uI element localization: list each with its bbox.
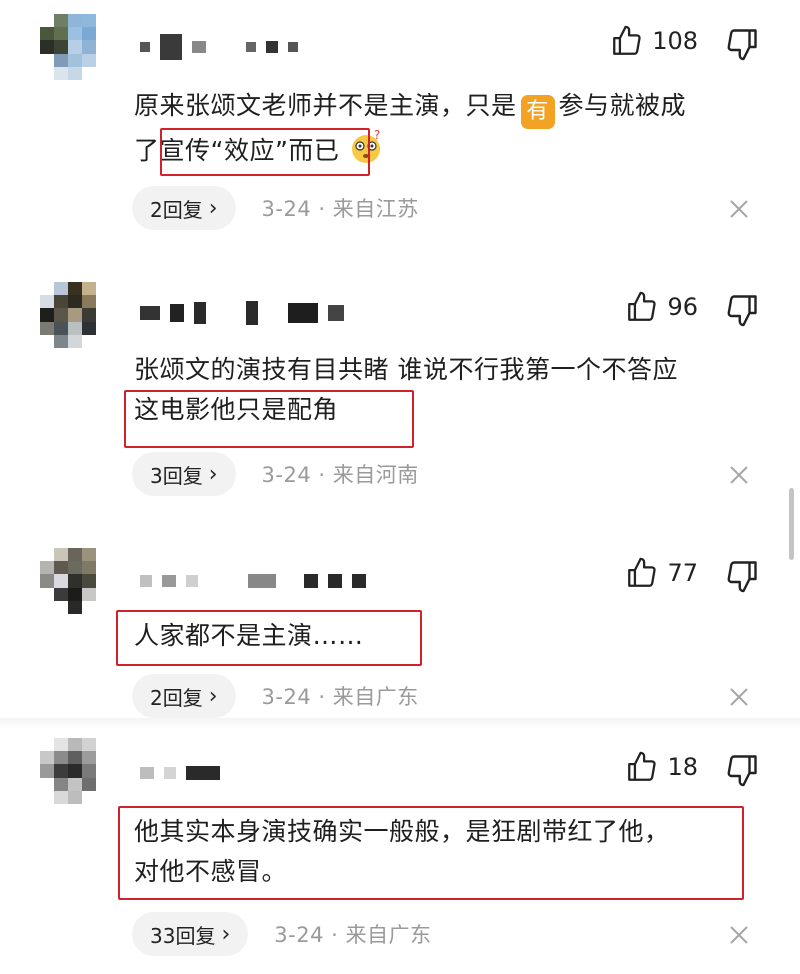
red-highlight-box <box>124 390 414 448</box>
thumbs-down-icon[interactable] <box>724 558 760 594</box>
svg-text:?: ? <box>374 129 381 142</box>
thumbs-down-icon[interactable] <box>724 26 760 62</box>
like-count: 108 <box>652 27 698 55</box>
comment-text-part: 原来张颂文老师并不是主演，只是 <box>134 91 517 120</box>
thumbs-up-icon <box>628 557 657 587</box>
like-button[interactable]: 108 <box>610 24 698 58</box>
replies-button[interactable]: 33回复 › <box>132 912 249 956</box>
like-count: 96 <box>667 293 698 321</box>
comment-meta: 33回复 › 3-24 · 来自广东 <box>132 912 431 956</box>
thumbs-up-icon <box>613 25 641 55</box>
scrollbar[interactable] <box>789 488 794 560</box>
you-emoji-badge: 有 <box>520 95 555 129</box>
date-location: 3-24 · 来自河南 <box>261 463 419 487</box>
like-button[interactable]: 96 <box>625 290 698 324</box>
replies-count: 2回复 <box>150 197 203 222</box>
comment-text-line: 张颂文的演技有目共睹 谁说不行我第一个不答应 <box>134 355 678 384</box>
red-highlight-box <box>116 610 422 666</box>
comment-meta: 2回复 › 3-24 · 来自广东 <box>132 674 419 718</box>
comment-meta: 2回复 › 3-24 · 来自江苏 <box>132 186 419 230</box>
close-icon[interactable] <box>728 198 750 220</box>
date-location: 3-24 · 来自江苏 <box>261 197 419 221</box>
like-count: 77 <box>667 559 698 587</box>
date-location: 3-24 · 来自广东 <box>274 923 432 947</box>
comments-screen: { "comments": [ { "likes": "108", "text_… <box>0 0 800 974</box>
close-icon[interactable] <box>728 924 750 946</box>
comment-text-part: 参与就被成 <box>558 91 687 120</box>
username-blurred[interactable] <box>140 566 366 596</box>
red-highlight-box <box>160 128 370 176</box>
username-blurred[interactable] <box>140 298 344 328</box>
close-icon[interactable] <box>728 686 750 708</box>
thumbs-up-icon <box>628 291 657 321</box>
replies-count: 2回复 <box>150 685 203 710</box>
replies-count: 33回复 <box>150 923 216 948</box>
red-highlight-box <box>118 806 744 900</box>
replies-button[interactable]: 2回复 › <box>132 186 236 230</box>
avatar[interactable] <box>40 282 110 348</box>
comment-text-part: 了 <box>134 136 160 165</box>
like-button[interactable]: 77 <box>625 556 698 590</box>
date-location: 3-24 · 来自广东 <box>261 685 419 709</box>
close-icon[interactable] <box>728 464 750 486</box>
avatar[interactable] <box>40 548 110 614</box>
replies-button[interactable]: 2回复 › <box>132 674 236 718</box>
chevron-right-icon: › <box>208 461 218 487</box>
avatar[interactable] <box>40 14 110 80</box>
comment-meta: 3回复 › 3-24 · 来自河南 <box>132 452 419 496</box>
thumbs-up-icon <box>628 751 657 781</box>
section-divider <box>0 718 800 730</box>
replies-button[interactable]: 3回复 › <box>132 452 236 496</box>
username-blurred[interactable] <box>140 758 220 788</box>
chevron-right-icon: › <box>208 683 218 709</box>
avatar[interactable] <box>40 738 110 804</box>
username-blurred[interactable] <box>140 32 298 62</box>
chevron-right-icon: › <box>221 921 231 947</box>
replies-count: 3回复 <box>150 463 203 488</box>
thumbs-down-icon[interactable] <box>724 292 760 328</box>
chevron-right-icon: › <box>208 195 218 221</box>
thumbs-down-icon[interactable] <box>724 752 760 788</box>
like-count: 18 <box>667 753 698 781</box>
like-button[interactable]: 18 <box>625 750 698 784</box>
